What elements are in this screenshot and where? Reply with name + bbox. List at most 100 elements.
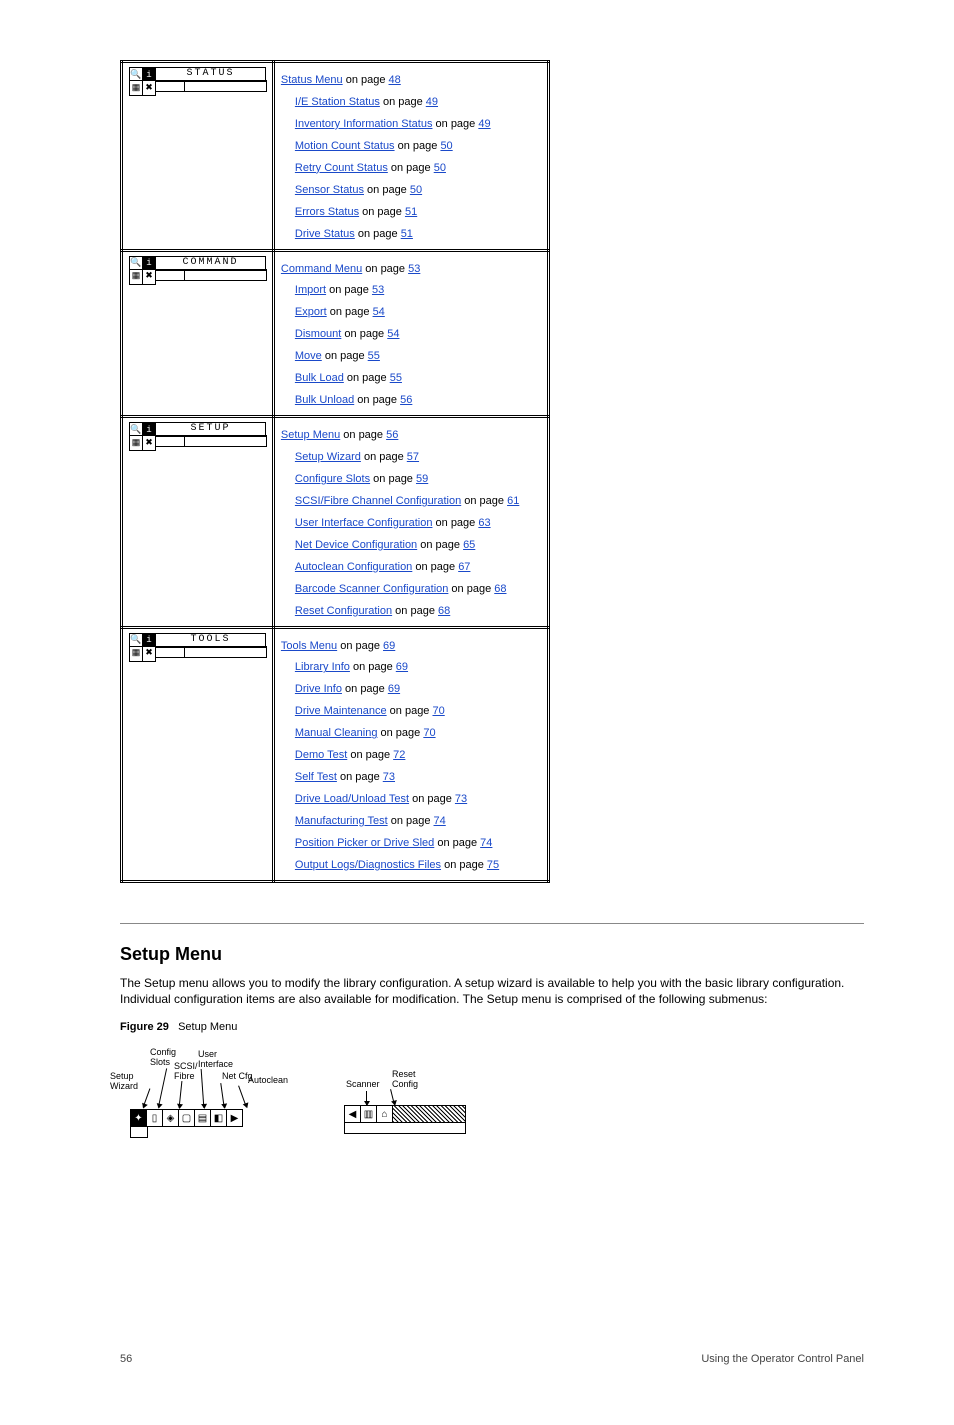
page-link[interactable]: 53	[408, 263, 420, 275]
submenu-item: Retry Count Status on page 50	[295, 161, 541, 177]
setup-iconbar-right: Scanner ResetConfig ◀ ▥ ⌂	[340, 1063, 480, 1133]
submenu-item: Configure Slots on page 59	[295, 472, 541, 488]
page-link[interactable]: 68	[494, 583, 506, 595]
submenu-link[interactable]: Demo Test	[295, 749, 347, 761]
section-divider	[120, 923, 864, 924]
submenu-link[interactable]: Barcode Scanner Configuration	[295, 583, 448, 595]
page-link[interactable]: 72	[393, 749, 405, 761]
submenu-link[interactable]: Sensor Status	[295, 184, 364, 196]
submenu-link[interactable]: Setup Wizard	[295, 451, 361, 463]
page-link[interactable]: 51	[401, 228, 413, 240]
submenu-link[interactable]: Retry Count Status	[295, 162, 388, 174]
submenu-link[interactable]: User Interface Configuration	[295, 517, 433, 529]
label-setup-wizard: SetupWizard	[110, 1071, 138, 1091]
page-link[interactable]: 56	[386, 429, 398, 441]
iconbar-row: ✦ ▯ ◈ ▢ ▤ ◧ ▶	[130, 1109, 243, 1127]
page-link[interactable]: 74	[480, 837, 492, 849]
menu-heading-link[interactable]: Status Menu	[281, 74, 343, 86]
submenu-link[interactable]: Export	[295, 306, 327, 318]
page-link[interactable]: 51	[405, 206, 417, 218]
page-link[interactable]: 75	[487, 859, 499, 871]
grid-icon: ▦	[129, 269, 143, 285]
page-link[interactable]: 48	[389, 74, 401, 86]
submenu-link[interactable]: Bulk Unload	[295, 394, 354, 406]
page-link[interactable]: 70	[423, 727, 435, 739]
page-link[interactable]: 68	[438, 605, 450, 617]
page-link[interactable]: 73	[455, 793, 467, 805]
page-link[interactable]: 69	[383, 640, 395, 652]
submenu-link[interactable]: Bulk Load	[295, 372, 344, 384]
page-link[interactable]: 65	[463, 539, 475, 551]
menu-heading-link[interactable]: Setup Menu	[281, 429, 340, 441]
submenu-link[interactable]: Errors Status	[295, 206, 359, 218]
page-link[interactable]: 73	[383, 771, 395, 783]
page-link[interactable]: 67	[458, 561, 470, 573]
scanner-icon: ▥	[361, 1106, 377, 1122]
submenu-link[interactable]: SCSI/Fibre Channel Configuration	[295, 495, 461, 507]
submenu-item: Position Picker or Drive Sled on page 74	[295, 836, 541, 852]
submenu-link[interactable]: Inventory Information Status	[295, 118, 433, 130]
submenu-link[interactable]: Configure Slots	[295, 473, 370, 485]
submenu-item: SCSI/Fibre Channel Configuration on page…	[295, 494, 541, 510]
page-link[interactable]: 50	[440, 140, 452, 152]
page-link[interactable]: 69	[388, 683, 400, 695]
submenu-link[interactable]: Drive Info	[295, 683, 342, 695]
page-link[interactable]: 49	[426, 96, 438, 108]
menu-heading: Command Menu on page 53	[281, 262, 541, 278]
page-link[interactable]: 74	[434, 815, 446, 827]
menu-panel-cell: 🔍iSETUP▦✖	[122, 417, 274, 627]
submenu-link[interactable]: Library Info	[295, 661, 350, 673]
submenu-item: Motion Count Status on page 50	[295, 139, 541, 155]
submenu-link[interactable]: I/E Station Status	[295, 96, 380, 108]
grid-icon: ▦	[129, 646, 143, 662]
submenu-link[interactable]: Manual Cleaning	[295, 727, 378, 739]
submenu-item: Setup Wizard on page 57	[295, 450, 541, 466]
submenu-item: Dismount on page 54	[295, 327, 541, 343]
page-link[interactable]: 50	[410, 184, 422, 196]
submenu-link[interactable]: Motion Count Status	[295, 140, 395, 152]
submenu-link[interactable]: Manufacturing Test	[295, 815, 388, 827]
figure-caption: Setup Menu	[178, 1021, 237, 1033]
menu-table: 🔍iSTATUS▦✖Status Menu on page 48I/E Stat…	[120, 60, 550, 883]
submenu-item: Demo Test on page 72	[295, 748, 541, 764]
submenu-link[interactable]: Import	[295, 284, 326, 296]
submenu-item: Bulk Load on page 55	[295, 371, 541, 387]
section-body-text: The Setup menu allows you to modify the …	[120, 975, 864, 1007]
page-link[interactable]: 54	[373, 306, 385, 318]
submenu-link[interactable]: Output Logs/Diagnostics Files	[295, 859, 441, 871]
tools-icon: ✖	[142, 435, 156, 451]
hatched-fill	[393, 1106, 465, 1122]
page-link[interactable]: 53	[372, 284, 384, 296]
submenu-link[interactable]: Drive Load/Unload Test	[295, 793, 409, 805]
page-link[interactable]: 69	[396, 661, 408, 673]
submenu-link[interactable]: Move	[295, 350, 322, 362]
menu-heading-link[interactable]: Tools Menu	[281, 640, 337, 652]
page-link[interactable]: 49	[478, 118, 490, 130]
submenu-link[interactable]: Drive Status	[295, 228, 355, 240]
page-link[interactable]: 50	[434, 162, 446, 174]
submenu-link[interactable]: Net Device Configuration	[295, 539, 417, 551]
page-link[interactable]: 59	[416, 473, 428, 485]
grid-icon: ▦	[129, 435, 143, 451]
setup-iconbar-left: SetupWizard ConfigSlots SCSI/Fibre UserI…	[110, 1043, 280, 1133]
page-link[interactable]: 55	[368, 350, 380, 362]
setup-wizard-icon: ✦	[131, 1110, 147, 1126]
submenu-link[interactable]: Dismount	[295, 328, 341, 340]
page-link[interactable]: 55	[390, 372, 402, 384]
page-link[interactable]: 56	[400, 394, 412, 406]
submenu-link[interactable]: Position Picker or Drive Sled	[295, 837, 434, 849]
submenu-link[interactable]: Reset Configuration	[295, 605, 392, 617]
submenu-item: Inventory Information Status on page 49	[295, 117, 541, 133]
submenu-link[interactable]: Autoclean Configuration	[295, 561, 412, 573]
mini-ocp-panel: 🔍iTOOLS▦✖	[129, 633, 266, 658]
menu-heading-link[interactable]: Command Menu	[281, 263, 362, 275]
page-link[interactable]: 57	[407, 451, 419, 463]
page-link[interactable]: 54	[387, 328, 399, 340]
page-link[interactable]: 63	[478, 517, 490, 529]
submenu-item: Drive Maintenance on page 70	[295, 704, 541, 720]
page-link[interactable]: 70	[432, 705, 444, 717]
submenu-link[interactable]: Drive Maintenance	[295, 705, 387, 717]
mini-ocp-panel: 🔍iSTATUS▦✖	[129, 67, 266, 92]
submenu-link[interactable]: Self Test	[295, 771, 337, 783]
page-link[interactable]: 61	[507, 495, 519, 507]
